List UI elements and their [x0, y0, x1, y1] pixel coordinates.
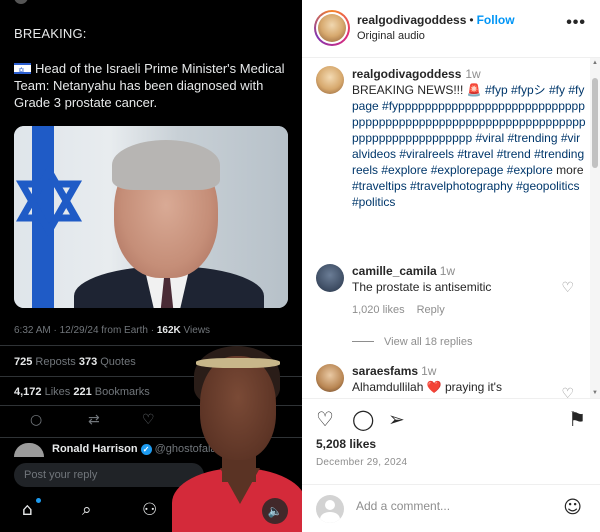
emoji-icon[interactable]: ☺: [563, 497, 582, 518]
home-icon: ⌂: [22, 500, 33, 520]
add-comment-bar: ☺: [302, 484, 600, 532]
add-comment-input[interactable]: [356, 499, 546, 513]
more-options-icon[interactable]: •••: [566, 14, 586, 32]
siren-icon: 🚨: [466, 83, 485, 97]
avatar[interactable]: [316, 364, 344, 392]
likes-count[interactable]: 5,208 likes: [316, 437, 376, 451]
audio-label[interactable]: Original audio: [357, 30, 425, 42]
tweet-text: Head of the Israeli Prime Minister's Med…: [14, 61, 285, 110]
comment-text: The prostate is antisemitic: [352, 280, 492, 294]
reply-icon: ○: [30, 412, 43, 428]
avatar: [316, 495, 344, 523]
comment-like-heart-icon[interactable]: ♡: [561, 386, 574, 398]
tweet-breaking-label: BREAKING:: [14, 26, 87, 41]
tweet-stats-reposts: 725 Reposts 373 Quotes: [14, 356, 136, 368]
avatar: [14, 443, 44, 457]
comment-item: saraesfams 1w Alhamdullilah ❤️ praying it…: [302, 364, 600, 398]
comment-icon[interactable]: ◯: [352, 407, 374, 431]
comment-time: 1w: [439, 264, 456, 278]
comment-like-heart-icon[interactable]: ♡: [561, 280, 574, 296]
comment-username[interactable]: saraesfams: [352, 364, 418, 378]
reposts-count: 725: [14, 356, 33, 368]
comment-item: camille_camila 1w The prostate is antisem…: [302, 264, 600, 324]
tweet-meta: 6:32 AM · 12/29/24 from Earth · 162K Vie…: [14, 325, 210, 336]
retweet-icon: ⇄: [88, 412, 100, 428]
bookmarks-count: 221: [73, 386, 92, 398]
avatar[interactable]: [316, 66, 344, 94]
follow-button[interactable]: Follow: [477, 13, 515, 27]
avatar: [14, 0, 28, 4]
likes-count: 4,172: [14, 386, 42, 398]
comment-username[interactable]: camille_camila: [352, 264, 437, 278]
caption-more-link[interactable]: more: [553, 163, 583, 177]
star-of-david-icon: [15, 166, 83, 236]
comment-text: Alhamdullilah ❤️ praying it's: [352, 380, 502, 394]
scrollbar[interactable]: ▲ ▼: [590, 58, 600, 398]
bookmarks-label: Bookmarks: [91, 386, 150, 398]
reply-user-name: Ronald Harrison: [52, 443, 138, 455]
share-icon[interactable]: ➢: [388, 407, 405, 431]
caption-time: 1w: [465, 67, 481, 81]
tweet-text-block: Head of the Israeli Prime Minister's Med…: [14, 60, 288, 111]
comment-likes[interactable]: 1,020 likes: [352, 304, 405, 316]
likes-label: Likes: [41, 386, 74, 398]
post-header: realgodivagoddess • Follow Original audio …: [302, 0, 600, 58]
tweet-stats-likes: 4,172 Likes 221 Bookmarks: [14, 386, 150, 398]
save-bookmark-icon[interactable]: ⚑: [568, 407, 586, 431]
scroll-up-icon[interactable]: ▲: [592, 60, 598, 66]
reel-video[interactable]: BREAKING: Head of the Israeli Prime Mini…: [0, 0, 302, 532]
separator-dot: •: [469, 13, 474, 27]
cropped-tweet-header: [14, 0, 134, 6]
post-actions: ♡ ◯ ➢ ⚑: [302, 398, 600, 438]
speaker-icon[interactable]: 🔈: [262, 498, 288, 524]
verified-badge-icon: ✓: [140, 444, 152, 455]
instagram-post-panel: realgodivagoddess • Follow Original audio …: [302, 0, 600, 532]
story-ring-avatar[interactable]: [314, 10, 350, 46]
quotes-count: 373: [78, 356, 98, 368]
caption-username[interactable]: realgodivagoddess: [352, 67, 461, 81]
comment-time: 1w: [421, 364, 437, 378]
scroll-down-icon[interactable]: ▼: [592, 390, 598, 396]
views-label: Views: [180, 325, 211, 336]
author-username[interactable]: realgodivagoddess: [357, 13, 466, 27]
post-caption: realgodivagoddess 1w BREAKING NEWS!!! 🚨 #…: [352, 66, 586, 210]
caption-hashtags[interactable]: #fyp #fypシ #fy #fypage #fypppppppppppppp…: [352, 83, 586, 177]
search-icon: ⌕: [82, 500, 92, 520]
views-count: 162K: [156, 325, 181, 336]
quotes-label: Quotes: [97, 356, 136, 368]
avatar[interactable]: [316, 264, 344, 292]
view-replies-button[interactable]: View all 18 replies: [352, 336, 472, 348]
scrollbar-thumb[interactable]: [592, 78, 598, 168]
tweet-timestamp: 6:32 AM · 12/29/24 from Earth ·: [14, 325, 157, 336]
comment-reply-button[interactable]: Reply: [417, 304, 445, 316]
caption-hashtags-2[interactable]: #traveltips #travelphotography #geopolit…: [352, 179, 579, 209]
post-date: December 29, 2024: [316, 457, 408, 468]
reposts-label: Reposts: [32, 356, 79, 368]
heart-icon: ♡: [142, 412, 155, 428]
israel-flag-icon: [14, 62, 31, 79]
post-author: realgodivagoddess • Follow: [357, 13, 515, 27]
like-heart-icon[interactable]: ♡: [316, 407, 334, 431]
tweet-photo: [14, 126, 288, 308]
comments-scroll-area[interactable]: realgodivagoddess 1w BREAKING NEWS!!! 🚨 #…: [302, 58, 600, 398]
caption-text: BREAKING NEWS!!!: [352, 83, 467, 97]
people-icon: ⚇: [142, 500, 158, 520]
